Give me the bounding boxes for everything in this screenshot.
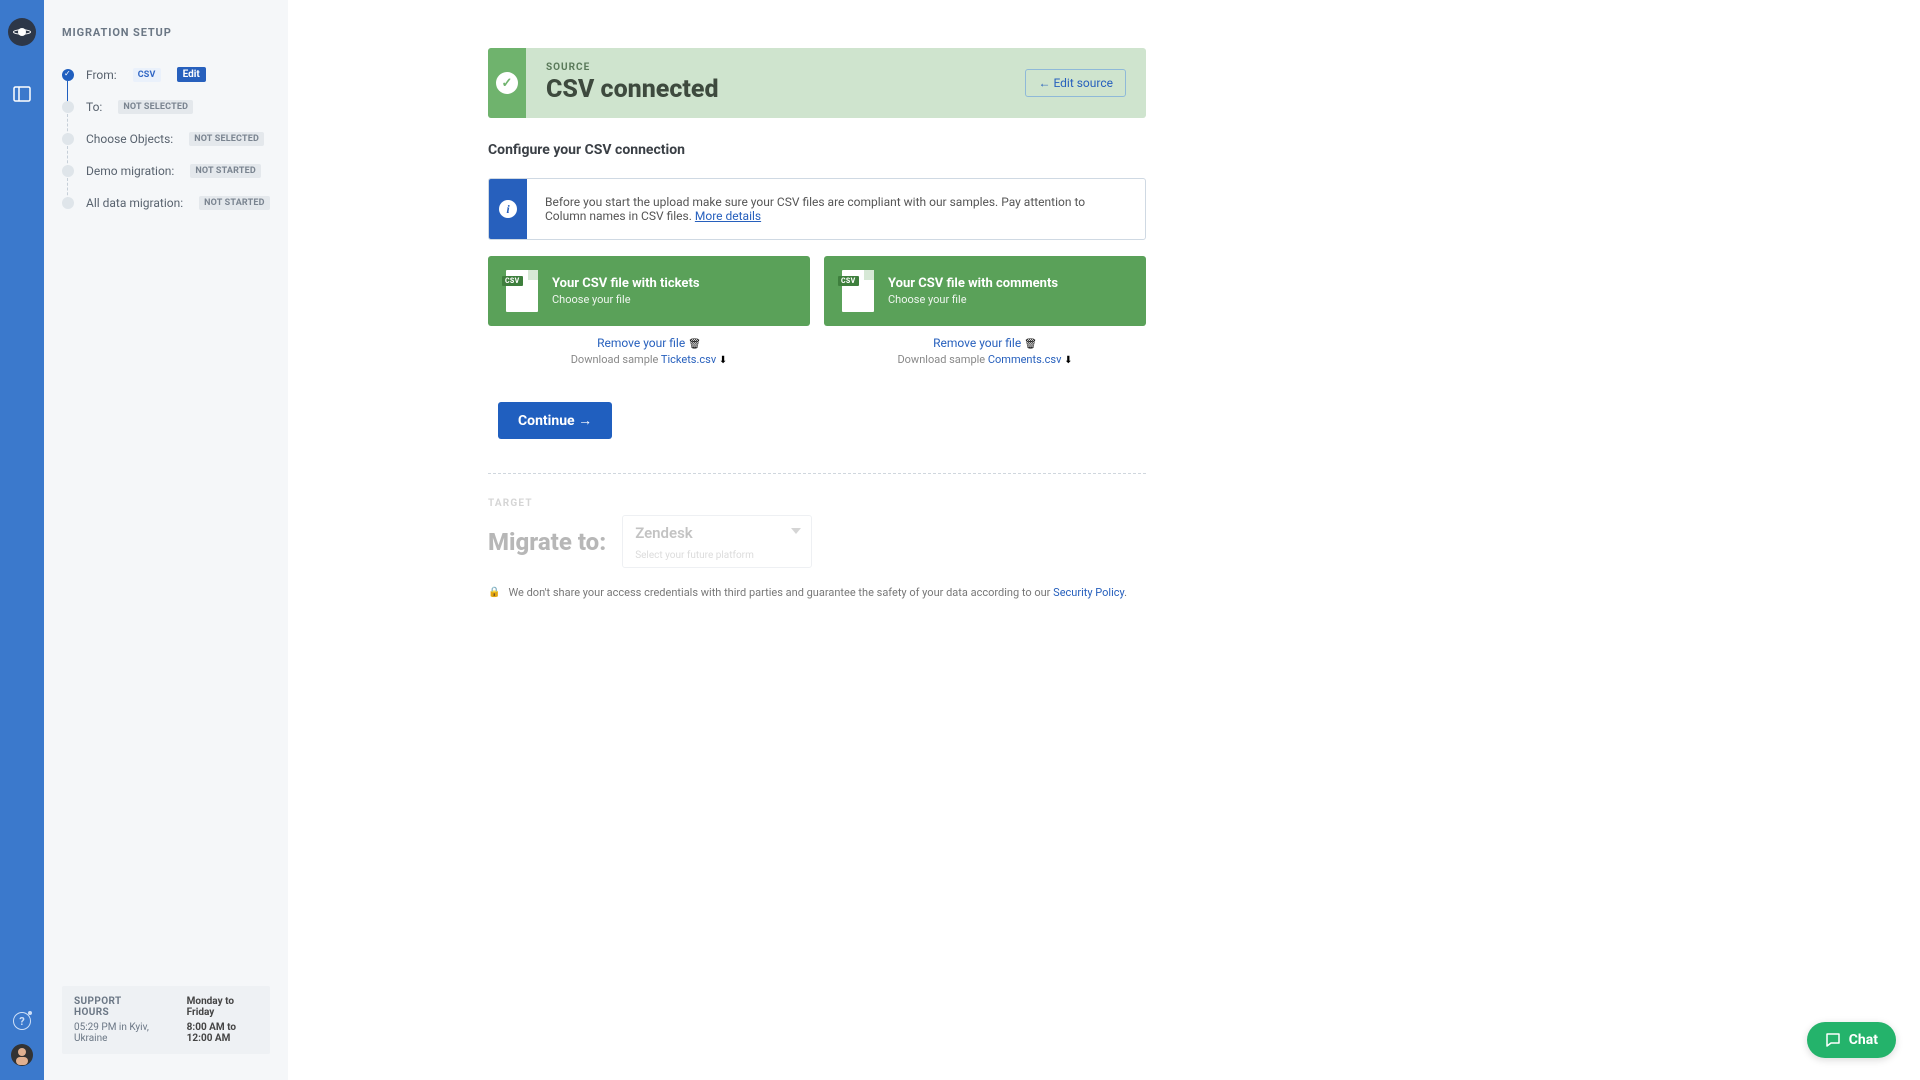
source-chip: CSV bbox=[133, 68, 161, 82]
main-content: ✓ SOURCE CSV connected ← Edit source Con… bbox=[288, 0, 1920, 1080]
source-banner: ✓ SOURCE CSV connected ← Edit source bbox=[488, 48, 1146, 118]
comments-card: CSV Your CSV file with commentsChoose yo… bbox=[824, 256, 1146, 366]
trash-icon: 🗑 bbox=[688, 339, 701, 350]
tickets-card: CSV Your CSV file with ticketsChoose you… bbox=[488, 256, 810, 366]
chat-icon bbox=[1825, 1032, 1841, 1048]
remove-comments-link[interactable]: Remove your file bbox=[933, 336, 1021, 350]
sidebar-title: MIGRATION SETUP bbox=[62, 26, 270, 39]
step-to[interactable]: To: NOT SELECTED bbox=[62, 100, 270, 114]
check-circle-icon: ✓ bbox=[488, 48, 526, 118]
target-section: TARGET Migrate to: Zendesk Select your f… bbox=[488, 498, 1146, 568]
info-callout: i Before you start the upload make sure … bbox=[488, 178, 1146, 240]
steps-list: From: CSV Edit To: NOT SELECTED Choose O… bbox=[62, 67, 270, 210]
trash-icon: 🗑 bbox=[1024, 339, 1037, 350]
sidebar: MIGRATION SETUP From: CSV Edit To: NOT S… bbox=[44, 0, 288, 1080]
info-icon: i bbox=[489, 179, 527, 239]
security-policy-link[interactable]: Security Policy bbox=[1053, 586, 1124, 599]
nav-rail: ? bbox=[0, 0, 44, 1080]
step-demo[interactable]: Demo migration: NOT STARTED bbox=[62, 164, 270, 178]
edit-source-button[interactable]: ← Edit source bbox=[1025, 69, 1126, 97]
security-policy-note: 🔒 We don't share your access credentials… bbox=[488, 586, 1146, 599]
download-icon: ⬇ bbox=[719, 355, 727, 366]
banner-title: CSV connected bbox=[546, 75, 719, 104]
panel-icon[interactable] bbox=[12, 84, 32, 104]
comments-upload[interactable]: CSV Your CSV file with commentsChoose yo… bbox=[824, 256, 1146, 326]
step-objects[interactable]: Choose Objects: NOT SELECTED bbox=[62, 132, 270, 146]
section-title: Configure your CSV connection bbox=[488, 142, 1146, 158]
banner-eyebrow: SOURCE bbox=[546, 62, 719, 73]
avatar[interactable] bbox=[11, 1044, 33, 1066]
logo bbox=[8, 18, 36, 46]
chat-button[interactable]: Chat bbox=[1807, 1022, 1896, 1058]
tickets-sample-link[interactable]: Tickets.csv bbox=[661, 353, 716, 366]
edit-source-link[interactable]: Edit bbox=[177, 67, 206, 82]
support-hours: SUPPORT HOURS 05:29 PM in Kyiv, Ukraine … bbox=[62, 986, 270, 1054]
lock-icon: 🔒 bbox=[488, 587, 500, 598]
step-from[interactable]: From: CSV Edit bbox=[62, 67, 270, 82]
planet-icon bbox=[13, 27, 31, 37]
target-platform-select[interactable]: Zendesk Select your future platform bbox=[622, 515, 812, 568]
download-icon: ⬇ bbox=[1064, 355, 1072, 366]
step-all[interactable]: All data migration: NOT STARTED bbox=[62, 196, 270, 210]
continue-button[interactable]: Continue → bbox=[498, 402, 612, 439]
divider bbox=[488, 473, 1146, 474]
csv-file-icon: CSV bbox=[842, 270, 874, 312]
comments-sample-link[interactable]: Comments.csv bbox=[988, 353, 1062, 366]
csv-file-icon: CSV bbox=[506, 270, 538, 312]
remove-tickets-link[interactable]: Remove your file bbox=[597, 336, 685, 350]
more-details-link[interactable]: More details bbox=[695, 209, 761, 223]
help-icon[interactable]: ? bbox=[13, 1012, 31, 1030]
migrate-to-label: Migrate to: bbox=[488, 528, 606, 556]
chevron-down-icon bbox=[791, 528, 801, 534]
tickets-upload[interactable]: CSV Your CSV file with ticketsChoose you… bbox=[488, 256, 810, 326]
